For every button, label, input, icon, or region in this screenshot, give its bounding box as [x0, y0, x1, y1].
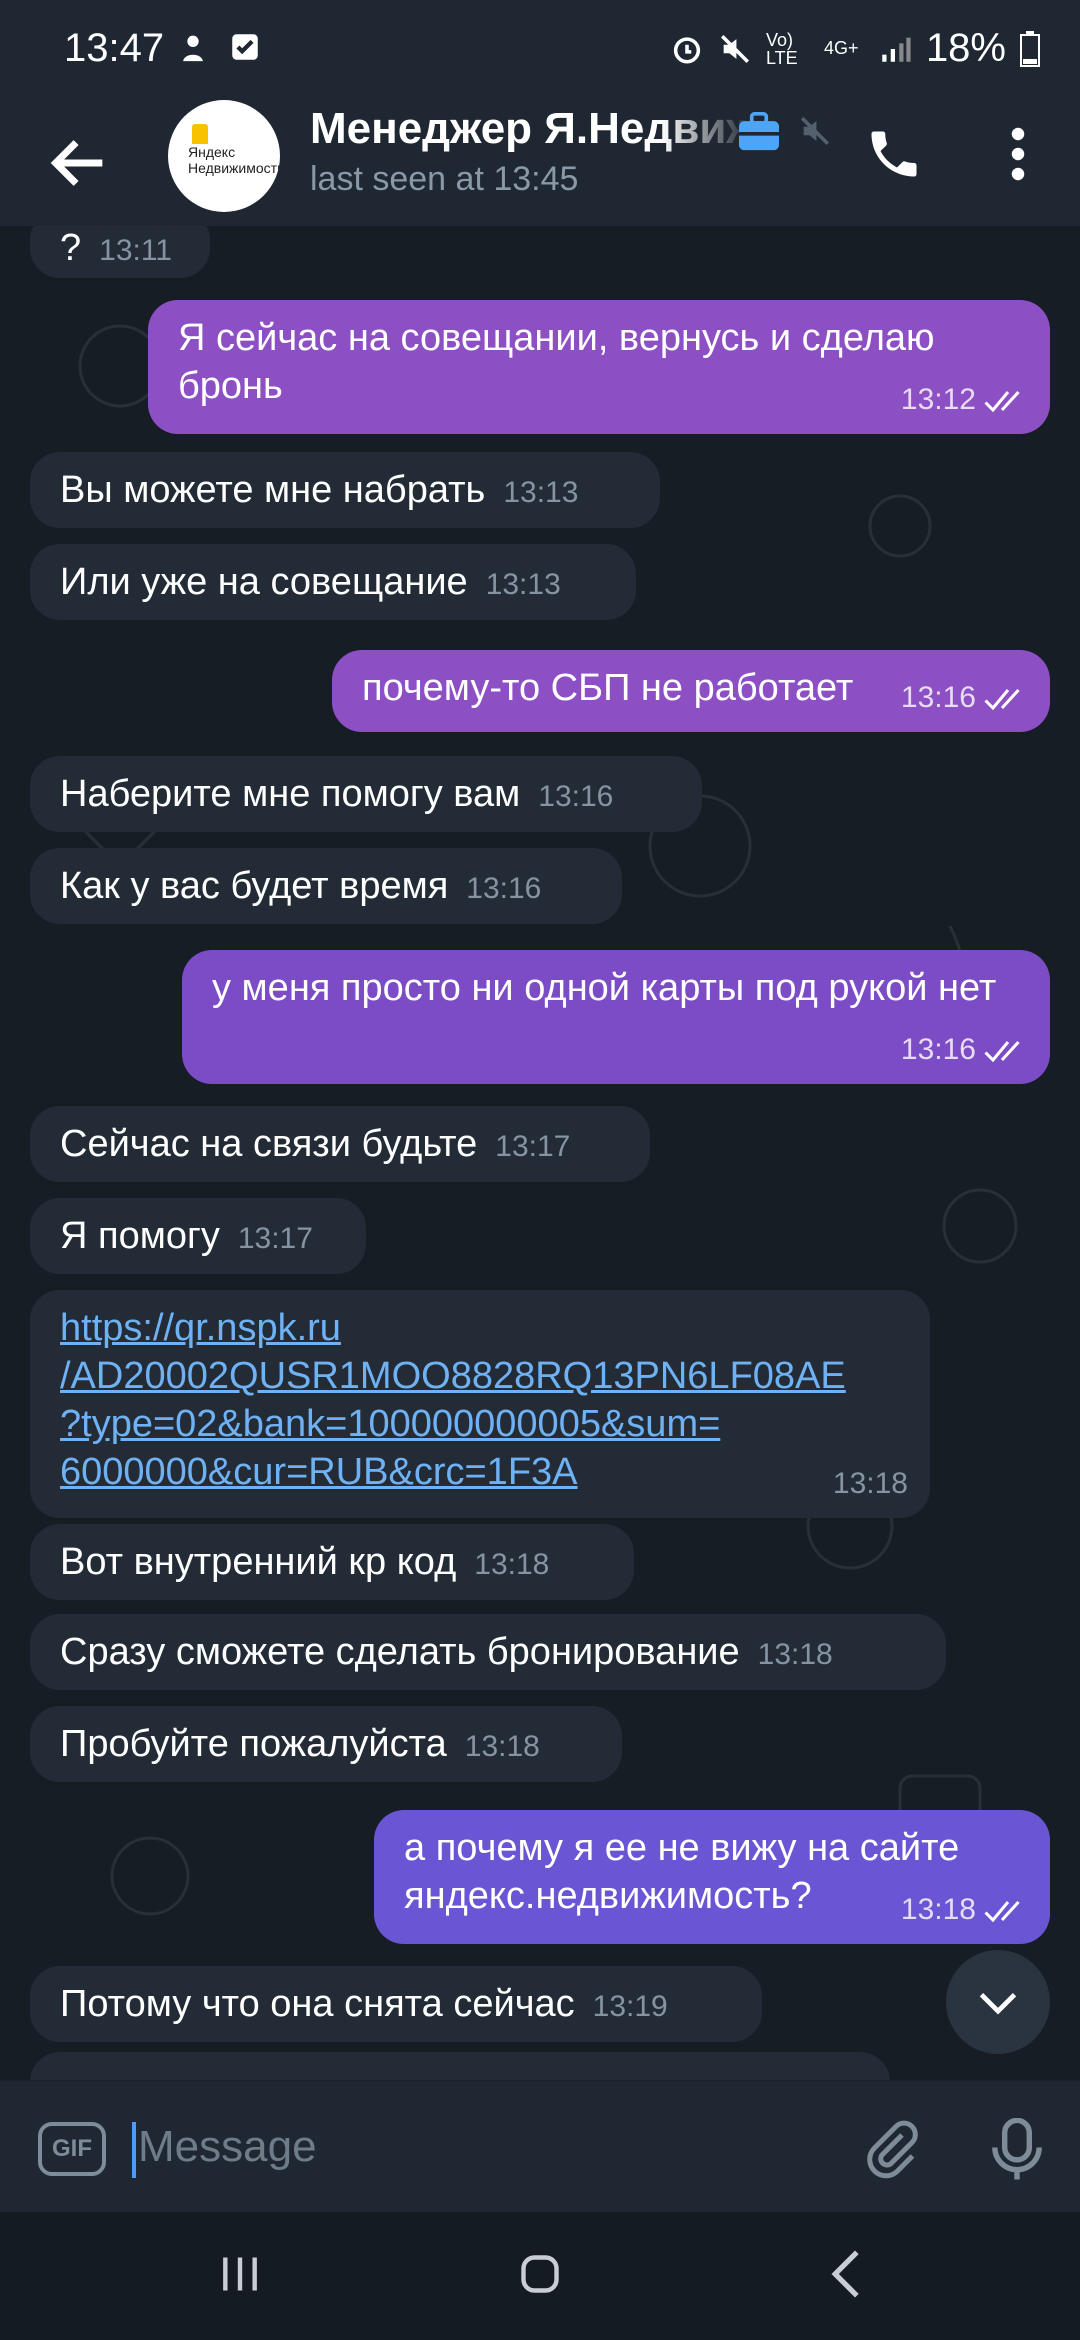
message-bubble[interactable]: Сейчас на связи будьте 13:17 [30, 1106, 650, 1182]
message-time: 13:16 [900, 681, 976, 714]
back-arrow-icon[interactable] [44, 128, 114, 198]
message-input[interactable]: Message [138, 2122, 317, 2172]
message-bubble[interactable]: Вы можете мне набрать 13:13 [30, 452, 660, 528]
message-time: 13:18 [464, 1730, 540, 1763]
message-text: Пробуйте пожалуйста [60, 1723, 447, 1765]
message-text: Потому что она снята сейчас [60, 1983, 575, 2025]
avatar-text: Яндекс Недвижимость [188, 144, 280, 176]
message-time: 13:16 [538, 780, 614, 813]
nav-back-icon[interactable] [826, 2248, 866, 2300]
message-text: ? [60, 227, 82, 269]
battery-icon [1020, 30, 1040, 67]
text-caret [132, 2122, 136, 2178]
message-time: 13:12 [900, 383, 976, 416]
signal-icon [882, 37, 911, 62]
message-text: Или уже на совещание [60, 561, 468, 603]
read-ticks-icon [984, 391, 1020, 413]
phone-icon[interactable] [864, 124, 924, 184]
chat-title[interactable]: Менеджер Я.Недвижимость [310, 104, 750, 154]
message-time: 13:18 [474, 1548, 550, 1581]
message-time: 13:16 [900, 1033, 976, 1066]
network-indicator: 4G+ [823, 38, 859, 58]
qr-link-line-4[interactable]: 6000000&cur=RUB&crc=1F3A [60, 1448, 900, 1496]
read-ticks-icon [984, 689, 1020, 711]
qr-link-line-1[interactable]: https://qr.nspk.ru [60, 1304, 900, 1352]
message-bubble[interactable]: Я помогу 13:17 [30, 1198, 366, 1274]
message-time: 13:13 [503, 476, 579, 509]
message-time: 13:17 [237, 1222, 313, 1255]
message-time: 13:19 [592, 1990, 668, 2023]
message-bubble[interactable]: ? 13:11 [30, 226, 210, 278]
gif-icon[interactable]: GIF [38, 2122, 106, 2176]
message-bubble[interactable]: Вот внутренний кр код 13:18 [30, 1524, 634, 1600]
scroll-down-icon [979, 1992, 1017, 2015]
message-time: 13:13 [485, 568, 561, 601]
alarm-icon [673, 36, 701, 64]
qr-link-line-3[interactable]: ?type=02&bank=100000000005&sum= [60, 1400, 900, 1448]
message-bubble[interactable]: Наберите мне помогу вам 13:16 [30, 756, 702, 832]
message-bubble[interactable]: почему-то СБП не работает 13:16 [332, 650, 1050, 732]
status-right: Vo) LTE 4G+ 18% [670, 26, 1040, 71]
message-text: Наберите мне помогу вам [60, 773, 521, 815]
avatar[interactable]: Яндекс Недвижимость [168, 100, 280, 212]
link-message-bubble[interactable]: https://qr.nspk.ru /AD20002QUSR1MOO8828R… [30, 1290, 930, 1518]
app-notification-icon [183, 35, 203, 62]
mute-icon [720, 34, 749, 63]
checkbox-notification-icon [232, 34, 258, 60]
nav-recents-icon[interactable] [218, 2252, 262, 2296]
status-time: 13:47 [64, 26, 165, 70]
message-bubble[interactable]: а почему я ее не вижу на сайте яндекс.не… [374, 1810, 1050, 1944]
message-text: почему-то СБП не работает [362, 667, 854, 709]
message-text: Сразу сможете сделать бронирование [60, 1631, 740, 1673]
message-time: 13:11 [99, 234, 172, 267]
message-bubble-partial[interactable] [30, 2052, 890, 2080]
message-list[interactable]: ? 13:11 Я сейчас на совещании, вернусь и … [0, 226, 1080, 2080]
chat-header: Яндекс Недвижимость Менеджер Я.Недвижимо… [0, 100, 1080, 226]
message-text: Я сейчас на совещании, вернусь и сделаю … [178, 317, 935, 407]
mic-icon[interactable] [992, 2118, 1042, 2182]
message-bubble[interactable]: Пробуйте пожалуйста 13:18 [30, 1706, 622, 1782]
yandex-house-icon [192, 124, 208, 144]
message-bubble[interactable]: Я сейчас на совещании, вернусь и сделаю … [148, 300, 1050, 434]
message-text: Вы можете мне набрать [60, 469, 486, 511]
attach-icon[interactable] [862, 2120, 922, 2180]
read-ticks-icon [984, 1901, 1020, 1923]
battery-percent: 18% [925, 26, 1006, 70]
message-text: Сейчас на связи будьте [60, 1123, 478, 1165]
nav-home-icon[interactable] [518, 2252, 562, 2296]
message-time: 13:18 [900, 1893, 976, 1926]
qr-link-line-2[interactable]: /AD20002QUSR1MOO8828RQ13PN6LF08AE [60, 1352, 900, 1400]
composer: GIF Message [0, 2082, 1080, 2212]
message-bubble[interactable]: Как у вас будет время 13:16 [30, 848, 622, 924]
message-bubble[interactable]: Потому что она снята сейчас 13:19 [30, 1966, 762, 2042]
system-nav-bar [0, 2212, 1080, 2340]
status-bar: 13:47 Vo) LTE 4G+ 18% [0, 0, 1080, 100]
muted-icon [800, 116, 830, 146]
last-seen: last seen at 13:45 [310, 160, 579, 198]
message-bubble[interactable]: Или уже на совещание 13:13 [30, 544, 636, 620]
message-text: Вот внутренний кр код [60, 1541, 457, 1583]
message-time: 13:18 [757, 1638, 833, 1671]
message-time: 13:16 [466, 872, 542, 905]
message-time: 13:18 [832, 1467, 908, 1500]
status-notifications [176, 30, 262, 64]
message-text: у меня просто ни одной карты под рукой н… [212, 967, 997, 1009]
message-bubble[interactable]: у меня просто ни одной карты под рукой н… [182, 950, 1050, 1084]
message-bubble[interactable]: Сразу сможете сделать бронирование 13:18 [30, 1614, 946, 1690]
message-text: Я помогу [60, 1215, 220, 1257]
read-ticks-icon [984, 1041, 1020, 1063]
message-time: 13:17 [495, 1130, 571, 1163]
volte-indicator: Vo) LTE [765, 29, 798, 68]
message-text: а почему я ее не вижу на сайте яндекс.не… [404, 1827, 960, 1917]
message-text: Как у вас будет время [60, 865, 449, 907]
business-icon [739, 112, 779, 151]
scroll-down-button[interactable] [946, 1950, 1050, 2054]
more-vert-icon[interactable] [1000, 124, 1036, 184]
